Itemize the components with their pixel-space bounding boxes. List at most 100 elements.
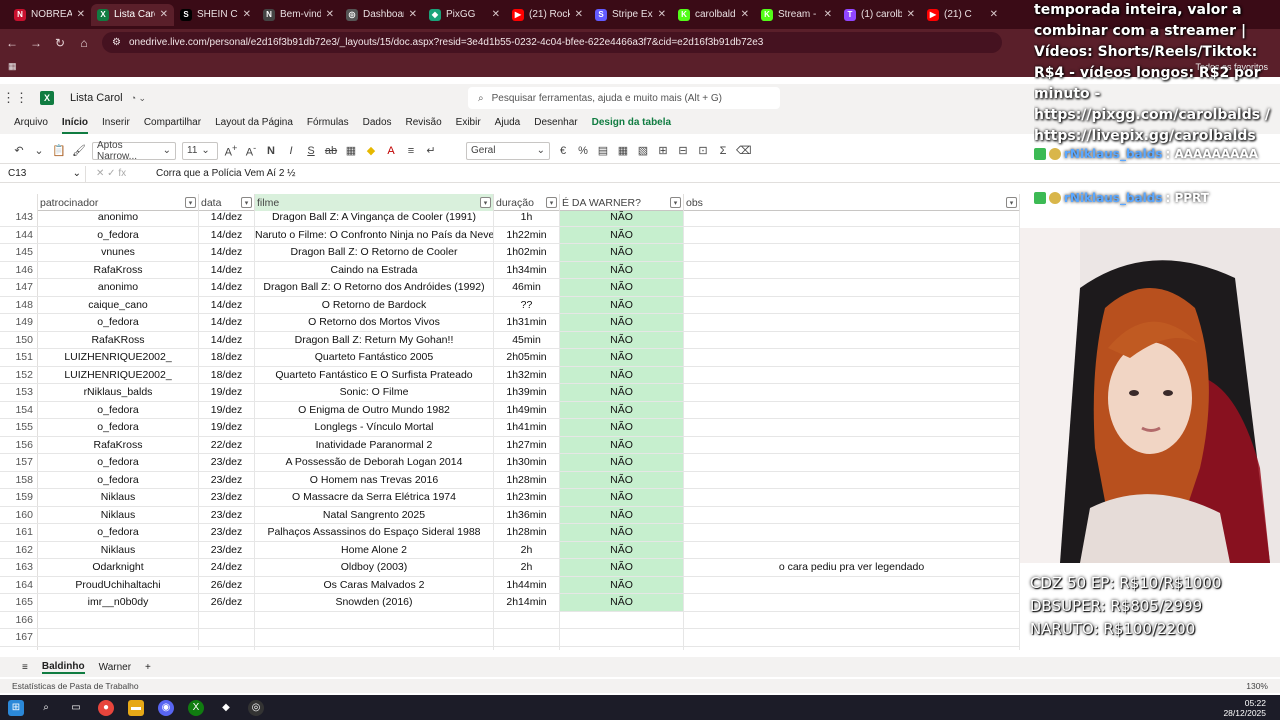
app-launcher-icon[interactable]: ⋮⋮ (0, 90, 30, 106)
align-icon[interactable]: ≡ (404, 145, 418, 157)
cell-duracao[interactable]: 2h (494, 559, 560, 576)
cell-warner[interactable] (560, 611, 684, 628)
cell-filme[interactable]: O Massacre da Serra Elétrica 1974 (255, 489, 494, 506)
spreadsheet-grid[interactable]: 143 anonimo 14/dez Dragon Ball Z: A Vinganç… (0, 194, 1020, 650)
ribbon-tab[interactable]: Desenhar (534, 112, 577, 134)
column-header[interactable]: filme ▾ (255, 194, 494, 211)
cell-patrocinador[interactable]: RafaKross (38, 436, 199, 453)
cell-obs[interactable] (684, 506, 1020, 523)
number-format-select[interactable]: Geral ⌄ (466, 141, 550, 160)
column-header[interactable]: data ▾ (199, 194, 255, 211)
cell-warner[interactable]: NÃO (560, 559, 684, 576)
cell-duracao[interactable]: 1h39min (494, 384, 560, 401)
row-number[interactable]: 145 (0, 244, 38, 261)
cell-duracao[interactable]: 1h02min (494, 244, 560, 261)
cell-filme[interactable]: Oldboy (2003) (255, 559, 494, 576)
cell-warner[interactable]: NÃO (560, 226, 684, 243)
currency-icon[interactable]: € (556, 145, 570, 157)
ribbon-tab[interactable]: Compartilhar (144, 112, 201, 134)
ribbon-tab[interactable]: Dados (363, 112, 392, 134)
cell-obs[interactable] (684, 576, 1020, 593)
cell-duracao[interactable]: 1h30min (494, 454, 560, 471)
cell-data[interactable]: 23/dez (199, 454, 255, 471)
italic-icon[interactable]: I (284, 145, 298, 157)
cell-obs[interactable]: o cara pediu pra ver legendado (684, 559, 1020, 576)
strikethrough-icon[interactable]: ab (324, 145, 338, 157)
cell-obs[interactable] (684, 261, 1020, 278)
cell-warner[interactable]: NÃO (560, 506, 684, 523)
cell-data[interactable] (199, 646, 255, 650)
close-tab-icon[interactable]: ✕ (907, 9, 915, 20)
cell-patrocinador[interactable]: LUIZHENRIQUE2002_ (38, 366, 199, 383)
cell-warner[interactable]: NÃO (560, 366, 684, 383)
cell-duracao[interactable]: 1h23min (494, 489, 560, 506)
row-number[interactable]: 155 (0, 419, 38, 436)
row-number[interactable]: 163 (0, 559, 38, 576)
browser-tab[interactable]: ▶ (21) Rock ✕ (506, 4, 589, 26)
decrease-font-icon[interactable]: A- (244, 143, 258, 159)
fill-color-icon[interactable]: ◆ (364, 144, 378, 157)
cell-patrocinador[interactable]: Niklaus (38, 489, 199, 506)
redo-icon[interactable]: ⌄ (32, 144, 46, 157)
file-explorer-icon[interactable]: ▬ (128, 699, 144, 716)
cell-filme[interactable]: Palhaços Assassinos do Espaço Sideral 19… (255, 524, 494, 541)
cell-data[interactable]: 23/dez (199, 524, 255, 541)
row-number[interactable]: 149 (0, 314, 38, 331)
cell-data[interactable]: 19/dez (199, 384, 255, 401)
cell-filme[interactable]: Dragon Ball Z: Return My Gohan!! (255, 331, 494, 348)
row-number[interactable]: 165 (0, 594, 38, 611)
cell-warner[interactable]: NÃO (560, 209, 684, 226)
cell-obs[interactable] (684, 366, 1020, 383)
cell-duracao[interactable]: 1h27min (494, 436, 560, 453)
column-header[interactable]: patrocinador ▾ (38, 194, 199, 211)
filter-dropdown-icon[interactable]: ▾ (546, 197, 557, 208)
row-number[interactable]: 167 (0, 629, 38, 646)
row-number[interactable]: 151 (0, 349, 38, 366)
cell-patrocinador[interactable]: o_fedora (38, 471, 199, 488)
cell-warner[interactable] (560, 646, 684, 650)
cell-patrocinador[interactable]: RafaKRoss (38, 331, 199, 348)
cell-data[interactable]: 22/dez (199, 436, 255, 453)
browser-tab[interactable]: T (1) carolb ✕ (838, 4, 921, 26)
row-number[interactable]: 152 (0, 366, 38, 383)
browser-tab[interactable]: ▶ (21) C ✕ (921, 4, 1004, 26)
filter-dropdown-icon[interactable]: ▾ (670, 197, 681, 208)
cell-duracao[interactable]: 1h36min (494, 506, 560, 523)
cell-obs[interactable] (684, 244, 1020, 261)
cell-filme[interactable]: A Possessão de Deborah Logan 2014 (255, 454, 494, 471)
cell-warner[interactable]: NÃO (560, 279, 684, 296)
cell-obs[interactable] (684, 471, 1020, 488)
cell-warner[interactable]: NÃO (560, 401, 684, 418)
cell-patrocinador[interactable] (38, 629, 199, 646)
cell-obs[interactable] (684, 646, 1020, 650)
cell-warner[interactable]: NÃO (560, 471, 684, 488)
cell-patrocinador[interactable]: Niklaus (38, 541, 199, 558)
browser-tab[interactable]: S Stripe Exp ✕ (589, 4, 672, 26)
row-number[interactable]: 143 (0, 209, 38, 226)
cell-filme[interactable]: Home Alone 2 (255, 541, 494, 558)
row-number[interactable]: 154 (0, 401, 38, 418)
cell-patrocinador[interactable]: RafaKross (38, 261, 199, 278)
close-tab-icon[interactable]: ✕ (77, 9, 85, 20)
cell-filme[interactable] (255, 629, 494, 646)
add-sheet-icon[interactable]: + (145, 662, 151, 673)
close-tab-icon[interactable]: ✕ (409, 9, 417, 20)
cell-filme[interactable]: O Homem nas Trevas 2016 (255, 471, 494, 488)
cell-warner[interactable]: NÃO (560, 331, 684, 348)
cell-duracao[interactable] (494, 629, 560, 646)
cell-patrocinador[interactable]: o_fedora (38, 401, 199, 418)
task-view-icon[interactable]: ▭ (68, 700, 84, 716)
font-name-select[interactable]: Aptos Narrow... ⌄ (92, 140, 176, 162)
row-number[interactable]: 150 (0, 331, 38, 348)
ribbon-tab[interactable]: Inserir (102, 112, 130, 134)
borders-icon[interactable]: ▦ (344, 144, 358, 157)
reload-icon[interactable]: ↻ (48, 36, 72, 50)
cell-duracao[interactable]: 1h34min (494, 261, 560, 278)
row-number[interactable]: 161 (0, 524, 38, 541)
cell-filme[interactable] (255, 646, 494, 650)
ribbon-tab[interactable]: Exibir (456, 112, 481, 134)
cell-data[interactable]: 19/dez (199, 401, 255, 418)
zoom-level[interactable]: 130% (1246, 681, 1268, 691)
row-number[interactable]: 158 (0, 471, 38, 488)
cell-patrocinador[interactable] (38, 646, 199, 650)
